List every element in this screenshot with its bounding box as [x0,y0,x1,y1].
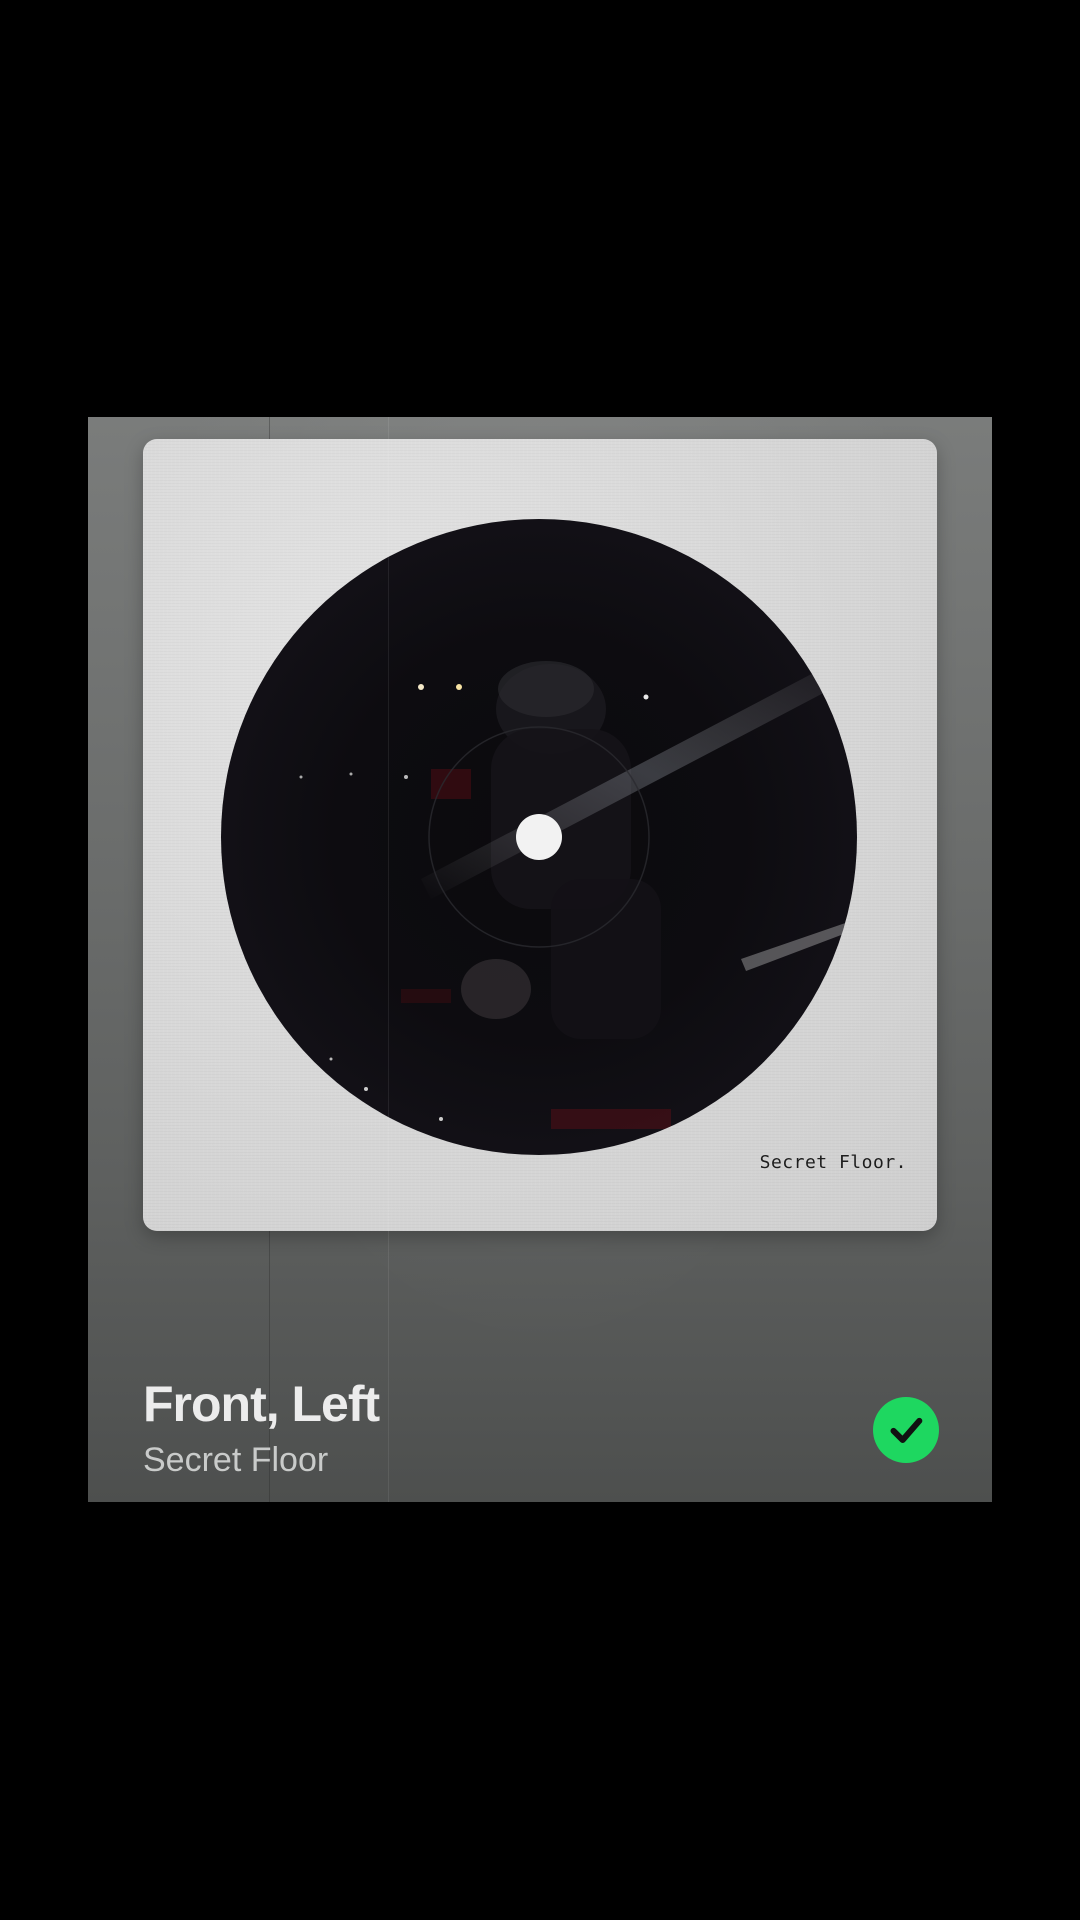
vinyl-center-hole [516,814,562,860]
cover-caption: Secret Floor. [759,1152,907,1173]
track-share-card[interactable]: Secret Floor. Front, Left Secret Floor [88,417,992,1502]
album-cover: Secret Floor. [143,439,937,1231]
checkmark-icon [890,1417,923,1443]
track-artist[interactable]: Secret Floor [143,1441,328,1480]
saved-to-library-button[interactable] [873,1397,939,1463]
vinyl-record-image [221,519,857,1155]
track-title: Front, Left [143,1376,380,1432]
story-screen: Secret Floor. Front, Left Secret Floor [0,0,1080,1920]
